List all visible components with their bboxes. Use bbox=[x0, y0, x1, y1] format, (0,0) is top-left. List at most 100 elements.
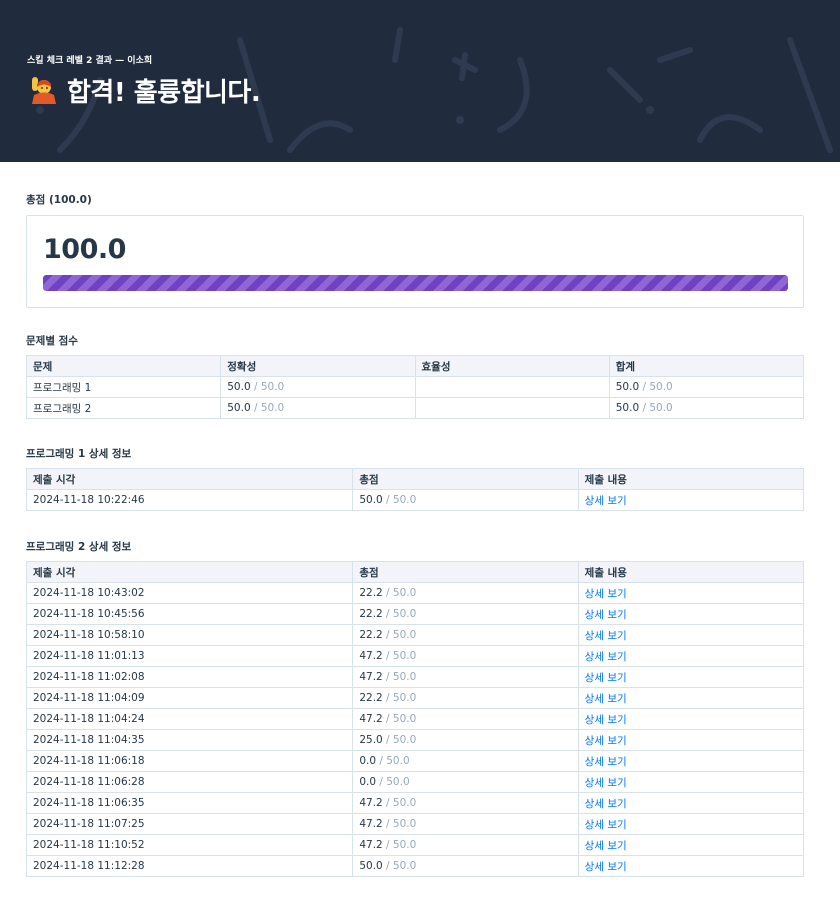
total-score-heading: 총점 (100.0) bbox=[26, 194, 92, 206]
column-header-content: 제출 내용 bbox=[577, 468, 805, 490]
submission-content-cell: 상세 보기 bbox=[577, 645, 805, 667]
submitted-at-cell: 2024-11-18 11:04:09 bbox=[25, 687, 354, 709]
submission-content-cell: 상세 보기 bbox=[577, 729, 805, 751]
table-header-row: 문제 정확성 효율성 합계 bbox=[25, 355, 805, 377]
table-row: 2024-11-18 11:02:08 47.2 / 50.0 상세 보기 bbox=[25, 666, 805, 688]
score-max-text: / 50.0 bbox=[382, 650, 417, 662]
view-detail-link[interactable]: 상세 보기 bbox=[585, 819, 627, 831]
submission-score-cell: 0.0 / 50.0 bbox=[352, 750, 579, 772]
view-detail-link[interactable]: 상세 보기 bbox=[585, 798, 627, 810]
score-max-text: / 50.0 bbox=[639, 402, 673, 414]
efficiency-cell bbox=[414, 376, 610, 398]
score-value-text: 50.0 bbox=[359, 860, 383, 872]
submission-score-cell: 50.0 / 50.0 bbox=[352, 855, 579, 877]
submission-score-cell: 22.2 / 50.0 bbox=[352, 603, 579, 625]
score-value-text: 50.0 bbox=[615, 381, 640, 393]
column-header-efficiency: 효율성 bbox=[414, 355, 610, 377]
result-subtitle: 스킬 체크 레벨 2 결과 — 이소희 bbox=[27, 56, 153, 66]
table-row: 프로그래밍 1 50.0 / 50.0 50.0 / 50.0 bbox=[25, 376, 805, 398]
submitted-at-cell: 2024-11-18 10:58:10 bbox=[25, 624, 354, 646]
submitted-at-cell: 2024-11-18 11:06:18 bbox=[25, 750, 354, 772]
result-header: 스킬 체크 레벨 2 결과 — 이소희 합격! 훌륭합니다. bbox=[0, 0, 840, 162]
submission-content-cell: 상세 보기 bbox=[577, 489, 805, 511]
score-value-text: 0.0 bbox=[359, 776, 377, 788]
column-header-problem: 문제 bbox=[25, 355, 222, 377]
submission-table: 제출 시각 총점 제출 내용 2024-11-18 10:43:02 22.2 / 50… bbox=[25, 561, 805, 877]
column-header-submitted-at: 제출 시각 bbox=[25, 561, 354, 583]
submitted-at-cell: 2024-11-18 11:04:35 bbox=[25, 729, 354, 751]
score-max-text: / 50.0 bbox=[382, 608, 417, 620]
view-detail-link[interactable]: 상세 보기 bbox=[585, 840, 627, 852]
submission-score-cell: 47.2 / 50.0 bbox=[352, 792, 579, 814]
table-header-row: 제출 시각 총점 제출 내용 bbox=[25, 468, 805, 490]
problem-detail-heading: 프로그래밍 2 상세 정보 bbox=[26, 541, 132, 553]
table-row: 2024-11-18 10:45:56 22.2 / 50.0 상세 보기 bbox=[25, 603, 805, 625]
score-max-text: / 50.0 bbox=[250, 402, 285, 414]
table-header-row: 제출 시각 총점 제출 내용 bbox=[25, 561, 805, 583]
view-detail-link[interactable]: 상세 보기 bbox=[585, 693, 627, 705]
accuracy-cell: 50.0 / 50.0 bbox=[220, 397, 416, 419]
score-max-text: / 50.0 bbox=[639, 381, 673, 393]
score-max-text: / 50.0 bbox=[382, 797, 417, 809]
view-detail-link[interactable]: 상세 보기 bbox=[585, 861, 627, 873]
view-detail-link[interactable]: 상세 보기 bbox=[585, 735, 627, 747]
table-row: 2024-11-18 11:06:35 47.2 / 50.0 상세 보기 bbox=[25, 792, 805, 814]
view-detail-link[interactable]: 상세 보기 bbox=[585, 588, 627, 600]
problem-detail-heading: 프로그래밍 1 상세 정보 bbox=[26, 448, 132, 460]
table-row: 2024-11-18 11:04:24 47.2 / 50.0 상세 보기 bbox=[25, 708, 805, 730]
view-detail-link[interactable]: 상세 보기 bbox=[585, 777, 627, 789]
score-max-text: / 50.0 bbox=[382, 587, 417, 599]
view-detail-link[interactable]: 상세 보기 bbox=[585, 714, 627, 726]
score-value-text: 22.2 bbox=[359, 629, 383, 641]
submission-content-cell: 상세 보기 bbox=[577, 708, 805, 730]
submission-score-cell: 47.2 / 50.0 bbox=[352, 834, 579, 856]
view-detail-link[interactable]: 상세 보기 bbox=[585, 756, 627, 768]
view-detail-link[interactable]: 상세 보기 bbox=[585, 630, 627, 642]
submission-score-cell: 25.0 / 50.0 bbox=[352, 729, 579, 751]
score-max-text: / 50.0 bbox=[382, 839, 417, 851]
score-value-text: 50.0 bbox=[359, 494, 383, 506]
table-row: 2024-11-18 10:43:02 22.2 / 50.0 상세 보기 bbox=[25, 582, 805, 604]
result-title-row: 합격! 훌륭합니다. bbox=[27, 72, 261, 108]
submission-content-cell: 상세 보기 bbox=[577, 582, 805, 604]
score-max-text: / 50.0 bbox=[382, 692, 417, 704]
total-score-card: 100.0 bbox=[26, 215, 804, 308]
total-cell: 50.0 / 50.0 bbox=[608, 376, 805, 398]
submitted-at-cell: 2024-11-18 11:06:28 bbox=[25, 771, 354, 793]
accuracy-cell: 50.0 / 50.0 bbox=[220, 376, 416, 398]
total-score-value: 100.0 bbox=[43, 234, 126, 265]
score-value-text: 47.2 bbox=[359, 797, 383, 809]
table-row: 2024-11-18 11:01:13 47.2 / 50.0 상세 보기 bbox=[25, 645, 805, 667]
problem-name-cell: 프로그래밍 1 bbox=[25, 376, 222, 398]
score-max-text: / 50.0 bbox=[376, 755, 410, 767]
score-max-text: / 50.0 bbox=[382, 818, 417, 830]
person-raising-hand-icon bbox=[32, 77, 56, 104]
view-detail-link[interactable]: 상세 보기 bbox=[585, 609, 627, 621]
view-detail-link[interactable]: 상세 보기 bbox=[585, 495, 627, 507]
view-detail-link[interactable]: 상세 보기 bbox=[585, 672, 627, 684]
table-row: 2024-11-18 11:12:28 50.0 / 50.0 상세 보기 bbox=[25, 855, 805, 877]
score-max-text: / 50.0 bbox=[382, 860, 417, 872]
score-value-text: 50.0 bbox=[227, 402, 251, 414]
table-row: 2024-11-18 11:04:09 22.2 / 50.0 상세 보기 bbox=[25, 687, 805, 709]
score-max-text: / 50.0 bbox=[382, 494, 417, 506]
submission-content-cell: 상세 보기 bbox=[577, 603, 805, 625]
view-detail-link[interactable]: 상세 보기 bbox=[585, 651, 627, 663]
score-max-text: / 50.0 bbox=[382, 713, 417, 725]
column-header-accuracy: 정확성 bbox=[220, 355, 416, 377]
score-max-text: / 50.0 bbox=[382, 629, 417, 641]
score-value-text: 47.2 bbox=[359, 671, 383, 683]
submission-score-cell: 47.2 / 50.0 bbox=[352, 708, 579, 730]
submission-score-cell: 50.0 / 50.0 bbox=[352, 489, 579, 511]
submitted-at-cell: 2024-11-18 11:06:35 bbox=[25, 792, 354, 814]
submitted-at-cell: 2024-11-18 11:01:13 bbox=[25, 645, 354, 667]
submission-score-cell: 47.2 / 50.0 bbox=[352, 645, 579, 667]
score-progress-bar bbox=[43, 275, 788, 291]
score-value-text: 47.2 bbox=[359, 650, 383, 662]
score-value-text: 22.2 bbox=[359, 608, 383, 620]
problem-detail-section: 프로그래밍 2 상세 정보 제출 시각 총점 제출 내용 2024-11-18 10:4… bbox=[25, 539, 805, 877]
submission-score-cell: 22.2 / 50.0 bbox=[352, 624, 579, 646]
result-title: 합격! 훌륭합니다. bbox=[67, 77, 261, 108]
submitted-at-cell: 2024-11-18 11:02:08 bbox=[25, 666, 354, 688]
submitted-at-cell: 2024-11-18 10:45:56 bbox=[25, 603, 354, 625]
